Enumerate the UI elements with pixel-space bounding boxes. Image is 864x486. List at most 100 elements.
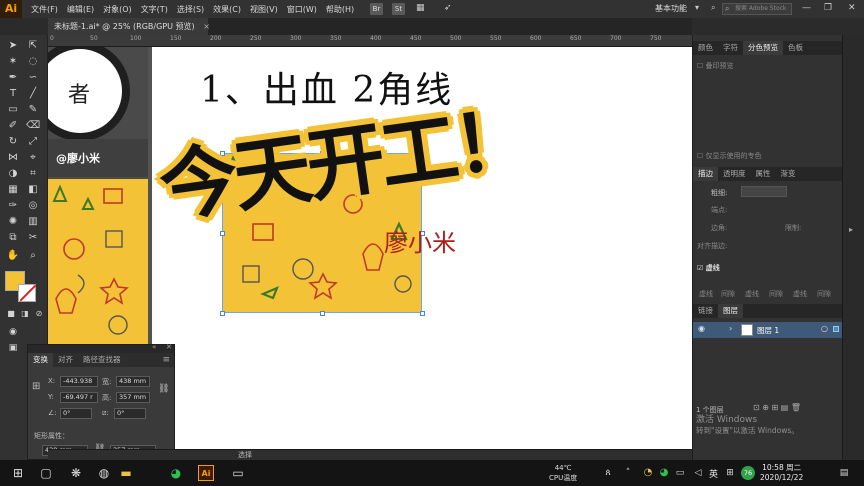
pen-tool-icon[interactable]: ✒ xyxy=(6,71,20,85)
mesh-tool-icon[interactable]: ▦ xyxy=(6,183,20,197)
rotate-tool-icon[interactable]: ↻ xyxy=(6,135,20,149)
person-icon[interactable]: ጰ xyxy=(600,465,616,481)
target-icon[interactable]: ○ xyxy=(821,324,828,333)
stroke-color-swatch[interactable] xyxy=(18,284,36,302)
tab-swatches[interactable]: 色板 xyxy=(783,41,808,55)
hand-tool-icon[interactable]: ✋ xyxy=(6,249,20,263)
minimize-icon[interactable]: — xyxy=(802,3,811,13)
graph-tool-icon[interactable]: ▥ xyxy=(26,215,40,229)
tab-layers[interactable]: 图层 xyxy=(718,304,743,318)
width-field[interactable]: 438 mm xyxy=(116,376,150,387)
video-recorder-icon[interactable]: ▭ xyxy=(230,465,246,481)
gradient-mode-icon[interactable]: ◨ xyxy=(18,307,32,321)
restore-icon[interactable]: ❐ xyxy=(824,3,832,13)
tab-gradient[interactable]: 渐变 xyxy=(776,167,801,181)
expand-arrow-icon[interactable]: › xyxy=(729,324,732,333)
input-tool-icon[interactable]: ⊞ xyxy=(722,465,738,481)
stroke-weight-field[interactable] xyxy=(741,186,787,197)
selection-handle[interactable] xyxy=(220,231,225,236)
overprint-checkbox[interactable]: ☐ 叠印预览 xyxy=(697,61,734,71)
draw-mode-icon[interactable]: ◉ xyxy=(6,325,20,339)
network-icon[interactable]: ▭ xyxy=(672,465,688,481)
selection-tool-icon[interactable]: ➤ xyxy=(6,39,20,53)
panel-grip[interactable]: « ✕ xyxy=(28,343,174,353)
tab-color[interactable]: 颜色 xyxy=(693,41,718,55)
shape-builder-icon[interactable]: ◑ xyxy=(6,167,20,181)
notification-badge[interactable]: 76 xyxy=(741,466,755,480)
selection-indicator[interactable] xyxy=(833,326,839,332)
direct-selection-tool-icon[interactable]: ⇱ xyxy=(26,39,40,53)
arrange-grid-icon[interactable]: ▦ xyxy=(416,3,425,13)
menu-help[interactable]: 帮助(H) xyxy=(326,4,354,15)
tab-transform[interactable]: 变换 xyxy=(28,353,53,367)
x-field[interactable]: -443.938 xyxy=(60,376,98,387)
menu-view[interactable]: 视图(V) xyxy=(250,4,278,15)
collapse-dock-icon[interactable]: ▸ xyxy=(849,225,853,234)
chevron-up-icon[interactable]: ˄ xyxy=(620,465,636,481)
illustrator-taskbar-icon[interactable]: Ai xyxy=(198,465,214,481)
stock-button[interactable]: St xyxy=(392,3,405,15)
blend-tool-icon[interactable]: ◎ xyxy=(26,199,40,213)
perspective-grid-icon[interactable]: ⌗ xyxy=(26,167,40,181)
menu-file[interactable]: 文件(F) xyxy=(31,4,58,15)
menu-object[interactable]: 对象(O) xyxy=(103,4,132,15)
tab-align[interactable]: 对齐 xyxy=(53,353,78,367)
stock-search-input[interactable]: ⌕ 搜索 Adobe Stock xyxy=(722,3,792,15)
windows-start-icon[interactable]: ⊞ xyxy=(10,465,26,481)
input-method[interactable]: 英 xyxy=(709,467,718,480)
tab-character[interactable]: 字符 xyxy=(718,41,743,55)
type-tool-icon[interactable]: T xyxy=(6,87,20,101)
close-tab-icon[interactable]: × xyxy=(203,22,210,31)
menu-effect[interactable]: 效果(C) xyxy=(213,4,241,15)
wechat-tray-icon[interactable]: ◕ xyxy=(656,465,672,481)
tray-app-icon[interactable]: ◔ xyxy=(640,465,656,481)
file-explorer-icon[interactable]: ▬ xyxy=(118,465,134,481)
eyedropper-icon[interactable]: ✑ xyxy=(6,199,20,213)
scale-tool-icon[interactable]: ⤢ xyxy=(26,135,40,149)
menu-edit[interactable]: 编辑(E) xyxy=(67,4,94,15)
tab-separations[interactable]: 分色预览 xyxy=(743,41,783,55)
free-transform-icon[interactable]: ⌖ xyxy=(26,151,40,165)
spot-only-checkbox[interactable]: ☐ 仅显示使用的专色 xyxy=(697,151,762,161)
notification-center-icon[interactable]: ▤ xyxy=(836,465,852,481)
task-view-icon[interactable]: ▢ xyxy=(38,465,54,481)
browser-icon[interactable]: ◍ xyxy=(96,465,112,481)
y-field[interactable]: -69.497 r xyxy=(60,392,98,403)
tab-links[interactable]: 链接 xyxy=(693,304,718,318)
line-tool-icon[interactable]: ╱ xyxy=(26,87,40,101)
chevron-down-icon[interactable]: ▾ xyxy=(695,3,699,12)
wechat-icon[interactable]: ◕ xyxy=(168,465,184,481)
eraser-icon[interactable]: ⌫ xyxy=(26,119,40,133)
gpu-rocket-icon[interactable]: ➶ xyxy=(444,3,452,13)
layer-actions-icon[interactable]: ⊡ ⊕ ⊞ ▤ 🗑 xyxy=(753,403,801,412)
lasso-icon[interactable]: ◌ xyxy=(26,55,40,69)
system-clock[interactable]: 10:58 周二 2020/12/22 xyxy=(760,463,803,483)
selection-handle[interactable] xyxy=(220,311,225,316)
gradient-tool-icon[interactable]: ◧ xyxy=(26,183,40,197)
collapse-icon[interactable]: « xyxy=(152,343,156,351)
artboard[interactable]: 1、出血 2角线 廖小米 今天开工！ xyxy=(152,47,692,449)
workspace-switcher[interactable]: 基本功能 xyxy=(655,3,687,14)
selection-handle[interactable] xyxy=(420,311,425,316)
color-mode-icon[interactable]: ■ xyxy=(4,307,18,321)
shaper-tool-icon[interactable]: ✐ xyxy=(6,119,20,133)
menu-select[interactable]: 选择(S) xyxy=(177,4,204,15)
panel-menu-icon[interactable]: ≡ xyxy=(162,353,174,367)
width-tool-icon[interactable]: ⋈ xyxy=(6,151,20,165)
tab-pathfinder[interactable]: 路径查找器 xyxy=(78,353,126,367)
bridge-button[interactable]: Br xyxy=(370,3,383,15)
layer-row[interactable]: ◉ › 图层 1 ○ xyxy=(693,322,843,338)
document-tab[interactable]: 未标题-1.ai* @ 25% (RGB/GPU 预览) × xyxy=(48,18,210,35)
curvature-tool-icon[interactable]: ∽ xyxy=(26,71,40,85)
search-icon[interactable]: ⌕ xyxy=(711,3,715,13)
tab-attributes[interactable]: 属性 xyxy=(751,167,776,181)
reference-point-icon[interactable]: ⊞ xyxy=(32,381,40,392)
slice-tool-icon[interactable]: ✂ xyxy=(26,231,40,245)
close-icon[interactable]: ✕ xyxy=(848,3,856,13)
selection-handle[interactable] xyxy=(320,311,325,316)
menu-window[interactable]: 窗口(W) xyxy=(287,4,317,15)
status-tool[interactable]: 选择 xyxy=(238,450,252,460)
close-icon[interactable]: ✕ xyxy=(166,343,172,351)
none-mode-icon[interactable]: ⊘ xyxy=(32,307,46,321)
shear-field[interactable]: 0° xyxy=(114,408,146,419)
